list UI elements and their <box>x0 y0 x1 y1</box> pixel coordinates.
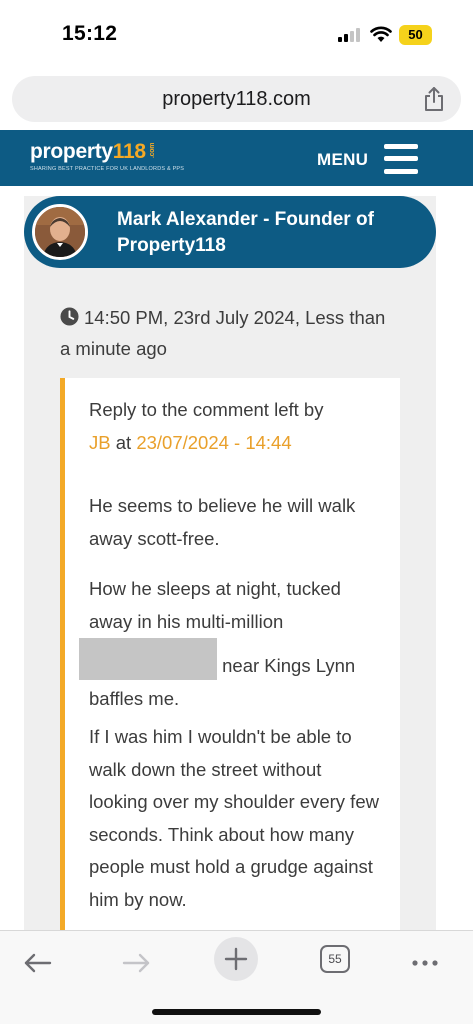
share-icon[interactable] <box>423 86 445 112</box>
property118-logo[interactable]: property118 .com SHARING BEST PRACTICE FO… <box>30 140 184 172</box>
author-avatar[interactable] <box>32 204 88 260</box>
site-header: property118 .com SHARING BEST PRACTICE FO… <box>0 130 473 186</box>
forward-arrow-icon[interactable] <box>114 941 158 985</box>
menu-label[interactable]: MENU <box>317 150 368 170</box>
author-name[interactable]: Mark Alexander - Founder of Property118 <box>117 207 417 259</box>
timestamp-text: 14:50 PM, 23rd July 2024, Less than a mi… <box>60 307 386 359</box>
home-indicator <box>152 1009 321 1015</box>
redacted-block <box>79 638 217 680</box>
browser-toolbar: 55 <box>0 930 473 1024</box>
wifi-icon <box>370 26 392 42</box>
battery-icon: 50 <box>399 25 432 45</box>
status-time: 15:12 <box>62 22 118 45</box>
comment-timestamp: 14:50 PM, 23rd July 2024, Less than a mi… <box>60 302 400 364</box>
status-bar: 15:12 50 <box>0 0 473 68</box>
comment-author-header: Mark Alexander - Founder of Property118 <box>24 196 436 268</box>
page: 15:12 50 property118.com property118.co <box>0 0 473 1024</box>
address-bar[interactable]: property118.com <box>12 76 461 122</box>
more-options-icon[interactable] <box>403 941 447 985</box>
back-arrow-icon[interactable] <box>16 941 60 985</box>
new-tab-button[interactable] <box>214 937 258 981</box>
plus-icon <box>224 947 248 971</box>
quoted-reply: Reply to the comment left by JB at 23/07… <box>60 378 400 938</box>
tabs-button[interactable]: 55 <box>320 945 350 973</box>
quote-paragraph-2: How he sleeps at night, tucked away in h… <box>79 573 384 715</box>
reply-reference: Reply to the comment left by JB at 23/07… <box>89 399 324 453</box>
hamburger-menu-icon[interactable] <box>384 144 418 174</box>
quote-paragraph-3: If I was him I wouldn't be able to walk … <box>89 726 379 910</box>
reply-date-link[interactable]: 23/07/2024 - 14:44 <box>136 432 291 453</box>
quote-paragraph-1: He seems to believe he will walk away sc… <box>89 495 356 549</box>
reply-author-link[interactable]: JB <box>89 432 111 453</box>
cellular-signal-icon <box>338 28 362 42</box>
url-text[interactable]: property118.com <box>12 88 461 111</box>
logo-tagline: SHARING BEST PRACTICE FOR UK LANDLORDS &… <box>30 166 185 172</box>
clock-icon <box>60 307 79 326</box>
browser-address-area: property118.com <box>0 68 473 130</box>
